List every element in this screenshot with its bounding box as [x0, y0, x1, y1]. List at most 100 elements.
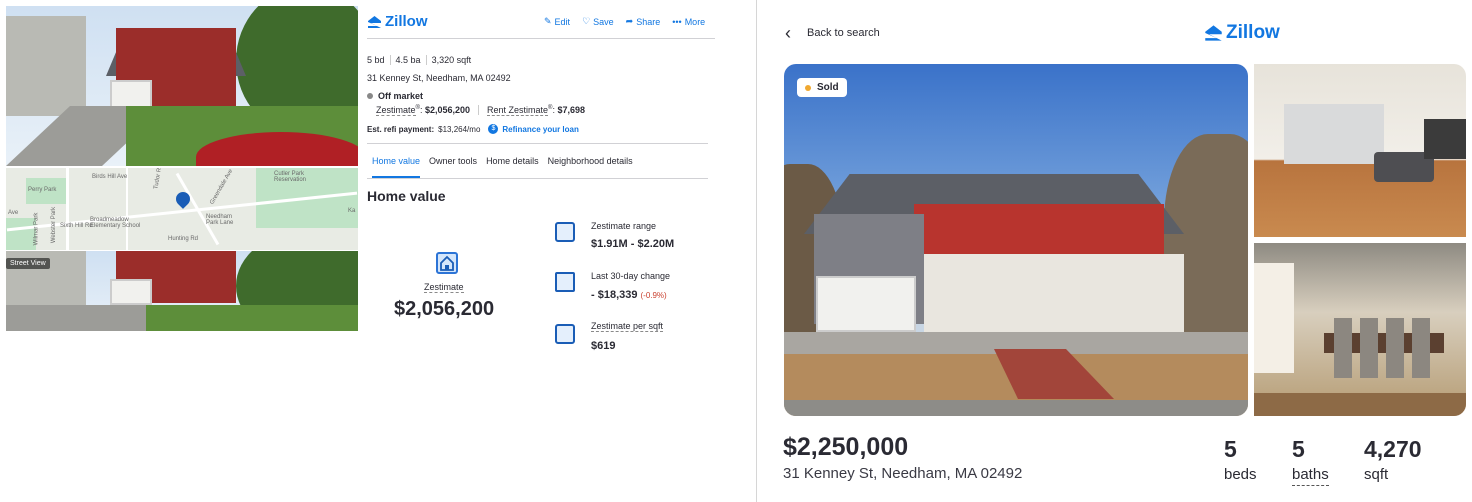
neighbor-house	[6, 16, 86, 116]
cabinets	[1284, 104, 1384, 164]
sqft-fact: 3,320 sqft	[431, 55, 472, 65]
monitor-icon	[555, 272, 575, 292]
driveway	[6, 305, 156, 331]
main-listing-photo[interactable]	[784, 64, 1248, 416]
edit-label: Edit	[554, 16, 571, 27]
big-zestimate-label-text[interactable]: Zestimate	[424, 282, 464, 293]
rent-zestimate-label[interactable]: Rent Zestimate	[487, 105, 549, 116]
map-label: Birds Hill Ave	[92, 174, 128, 180]
status-row: Off market	[367, 91, 423, 101]
dollar-icon: $	[488, 124, 499, 134]
beds-label: beds	[1224, 466, 1257, 483]
back-label: Back to search	[807, 27, 880, 39]
listing-address: 31 Kenney St, Needham, MA 02492	[783, 465, 1023, 482]
zillow-home-icon	[368, 15, 381, 28]
sold-dot-icon	[805, 84, 811, 91]
stat-label-sqft: Zestimate per sqft	[591, 321, 664, 332]
heart-icon: ♡	[582, 16, 591, 26]
more-icon: •••	[672, 16, 682, 27]
stat-value-range: $1.91M - $2.20M	[591, 238, 675, 250]
home-address: 31 Kenney St, Needham, MA 02492	[367, 73, 511, 83]
baths-fact: 4.5 ba	[391, 55, 427, 65]
kitchen-photo[interactable]	[1254, 64, 1466, 237]
floorplan-icon	[555, 324, 575, 344]
chevron-left-icon: ‹	[785, 23, 791, 43]
zillow-logo-text: Zillow	[1226, 22, 1280, 43]
listing-actions: ✎ Edit ♡ Save ➦ Share ••• More	[544, 16, 705, 27]
map-label: Perry Park	[28, 187, 57, 193]
listing-price: $2,250,000	[783, 433, 909, 461]
tabs-divider	[367, 178, 708, 179]
edit-button[interactable]: ✎ Edit	[544, 16, 570, 27]
map-label: Broadmeadow Elementary School	[90, 217, 141, 229]
map-label: Cutler Park Reservation	[274, 171, 307, 183]
zillow-home-icon	[1205, 25, 1222, 41]
location-map[interactable]: Perry Park Cutler Park Reservation Broad…	[6, 168, 358, 250]
share-button[interactable]: ➦ Share	[626, 16, 661, 27]
zillow-logo-text: Zillow	[385, 13, 428, 30]
street-view-label[interactable]: Street View	[6, 258, 50, 269]
stat-label-change: Last 30-day change	[591, 271, 671, 281]
save-label: Save	[593, 16, 614, 27]
status-text: Off market	[378, 91, 424, 101]
map-label: Wilmar Park	[33, 212, 40, 246]
sqft-value: 4,270	[1364, 436, 1422, 462]
map-label: Hunting Rd	[168, 236, 199, 242]
refi-label: Est. refi payment:	[367, 124, 435, 134]
big-zestimate-value: $2,056,200	[394, 298, 495, 320]
big-zestimate-label: Zestimate	[424, 282, 464, 293]
stat-value-sqft: $619	[591, 340, 616, 352]
map-label: Needham Park Lane	[206, 214, 234, 226]
listing-photo-main[interactable]	[6, 6, 358, 166]
garage-door	[110, 80, 152, 108]
map-label: Ave	[8, 210, 19, 216]
zestimate-label[interactable]: Zestimate	[376, 105, 416, 116]
section-divider	[367, 143, 708, 144]
home-facts: 5 bd 4.5 ba 3,320 sqft	[367, 55, 476, 65]
map-label: Webster Park	[51, 206, 58, 244]
status-dot-icon	[367, 93, 373, 99]
sold-badge: Sold	[797, 78, 847, 97]
dining-chairs	[1334, 318, 1434, 378]
more-label: More	[684, 16, 706, 27]
beds-value: 5	[1224, 436, 1237, 462]
back-to-search[interactable]: ‹ Back to search	[785, 24, 880, 42]
save-button[interactable]: ♡ Save	[582, 16, 614, 27]
refi-value: $13,264/mo	[438, 124, 481, 134]
header-divider	[367, 38, 715, 39]
stat-value-change: - $18,339	[591, 289, 638, 301]
dining-photo[interactable]	[1254, 243, 1466, 416]
stat-label-sqft-text[interactable]: Zestimate per sqft	[591, 321, 664, 332]
view-divider	[756, 0, 757, 502]
road	[126, 168, 128, 250]
map-label: Sixth Hill Rd	[60, 223, 93, 229]
park-area	[6, 218, 36, 250]
tab-owner-tools[interactable]: Owner tools	[429, 156, 477, 178]
zillow-logo[interactable]: Zillow	[367, 13, 428, 30]
detail-tabs: Home value Owner tools Home details Neig…	[372, 156, 633, 178]
more-button[interactable]: ••• More	[672, 16, 705, 27]
refi-row: Est. refi payment: $13,264/mo $ Refinanc…	[367, 124, 579, 134]
share-icon: ➦	[625, 16, 634, 26]
rent-zestimate-value: $7,698	[557, 105, 585, 115]
sqft-label: sqft	[1364, 466, 1389, 483]
baths-label[interactable]: baths	[1292, 466, 1329, 486]
tab-neighborhood-details[interactable]: Neighborhood details	[548, 156, 633, 178]
map-label: Tudor Rd	[153, 168, 164, 190]
window	[1254, 263, 1294, 373]
pencil-icon: ✎	[544, 16, 552, 26]
tab-home-details[interactable]: Home details	[486, 156, 539, 178]
beds-fact: 5 bd	[367, 55, 391, 65]
stat-change-row: - $18,339 (-0.9%)	[591, 289, 667, 301]
refinance-link[interactable]: Refinance your loan	[502, 125, 578, 134]
floor	[1254, 393, 1466, 416]
share-label: Share	[636, 16, 661, 27]
tab-home-value[interactable]: Home value	[372, 156, 421, 178]
map-label: Ka	[348, 208, 356, 214]
road	[66, 168, 69, 250]
section-title: Home value	[367, 188, 446, 204]
garage-door	[816, 276, 916, 332]
front-porch	[924, 254, 1184, 334]
street-view-photo[interactable]	[6, 251, 358, 331]
zillow-logo-large[interactable]: Zillow	[1204, 22, 1280, 44]
